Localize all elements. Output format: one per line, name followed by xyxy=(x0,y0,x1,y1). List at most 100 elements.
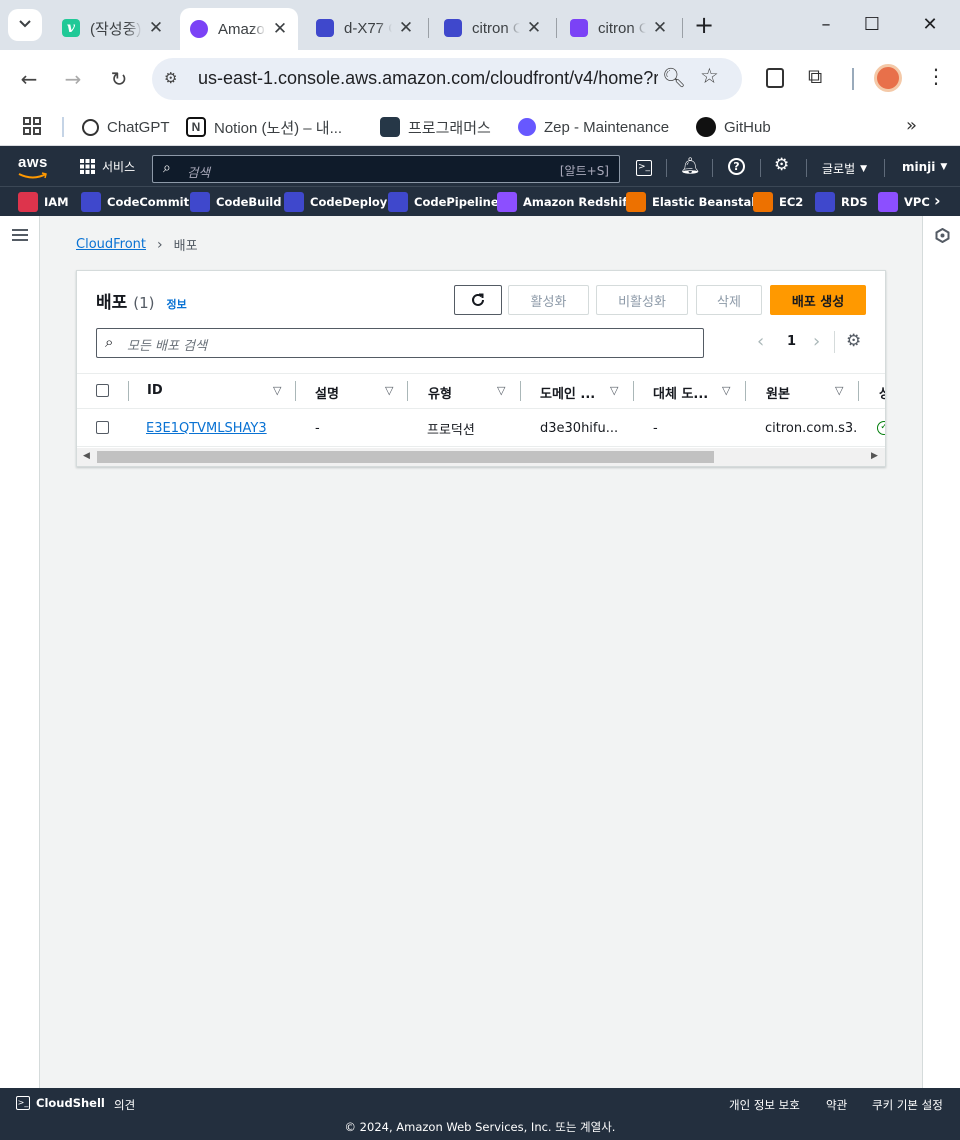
info-link[interactable]: 정보 xyxy=(167,296,187,312)
breadcrumb-cloudfront-link[interactable]: CloudFront xyxy=(76,237,146,252)
row-select-checkbox[interactable] xyxy=(96,421,109,434)
panel-header: 배포 (1) 정보 xyxy=(96,288,187,313)
column-header-origin[interactable]: 원본 xyxy=(766,383,790,402)
chatgpt-icon xyxy=(82,118,99,136)
browser-tab-1[interactable]: Amazon CloudFront ✕ xyxy=(180,8,298,50)
aws-search-input[interactable]: ⌕ 검색 [알트+S] xyxy=(152,155,620,183)
sort-caret-icon[interactable]: ▽ xyxy=(497,384,505,397)
browser-tab-0[interactable]: v (작성중) 질문 글쓰기 - Velog ✕ xyxy=(52,8,174,48)
refresh-button[interactable] xyxy=(454,285,502,315)
reload-icon[interactable]: ↻ xyxy=(104,64,134,94)
bookmark-zep[interactable]: Zep - Maintenance xyxy=(518,114,669,140)
zoom-icon[interactable]: 🔍︎ xyxy=(662,66,686,89)
favorite-redshift[interactable]: Amazon Redshift xyxy=(497,191,633,213)
velog-favicon-icon: v xyxy=(62,19,80,37)
extension-app-icon[interactable] xyxy=(766,68,784,88)
scrollbar-thumb[interactable] xyxy=(97,451,714,463)
notifications-bell-icon[interactable]: 🔔︎ xyxy=(680,156,700,175)
table-preferences-gear-icon[interactable]: ⚙ xyxy=(846,331,861,351)
column-header-status[interactable]: 상 xyxy=(879,383,885,402)
enable-button[interactable]: 활성화 xyxy=(508,285,589,315)
favorite-elastic-beanstalk[interactable]: Elastic Beanstalk xyxy=(626,191,763,213)
delete-button[interactable]: 삭제 xyxy=(696,285,762,315)
bookmark-programmers[interactable]: 프로그래머스 xyxy=(380,114,491,140)
next-page-chevron-icon[interactable]: › xyxy=(813,331,820,352)
select-all-checkbox[interactable] xyxy=(96,384,109,397)
profile-avatar[interactable] xyxy=(874,64,902,92)
sort-caret-icon[interactable]: ▽ xyxy=(385,384,393,397)
disable-button[interactable]: 비활성화 xyxy=(596,285,688,315)
settings-gear-icon[interactable]: ⚙ xyxy=(774,155,789,175)
column-separator xyxy=(745,381,746,401)
favorite-vpc[interactable]: VPC xyxy=(878,191,930,213)
feedback-link[interactable]: 의견 xyxy=(114,1097,135,1113)
aws-logo[interactable]: aws xyxy=(18,154,48,179)
cloudshell-icon[interactable]: >_ xyxy=(636,160,652,176)
close-icon[interactable]: ✕ xyxy=(526,18,542,38)
services-menu[interactable]: 서비스 xyxy=(80,158,135,175)
address-bar[interactable]: ⚙ us-east-1.console.aws.amazon.com/cloud… xyxy=(152,58,742,100)
column-header-id[interactable]: ID xyxy=(147,383,163,398)
sort-caret-icon[interactable]: ▽ xyxy=(273,384,281,397)
sort-caret-icon[interactable]: ▽ xyxy=(835,384,843,397)
close-icon[interactable]: ✕ xyxy=(652,18,668,38)
url-text[interactable]: us-east-1.console.aws.amazon.com/cloudfr… xyxy=(198,68,658,89)
more-bookmarks-chevron-icon[interactable]: » xyxy=(906,115,917,136)
column-header-type[interactable]: 유형 xyxy=(428,383,452,402)
hamburger-menu-icon[interactable] xyxy=(12,228,28,242)
close-icon[interactable]: ✕ xyxy=(272,19,288,39)
browser-tab-4[interactable]: citron CodePipeline ✕ xyxy=(560,8,678,48)
minimize-icon[interactable]: – xyxy=(804,10,848,40)
back-arrow-icon[interactable]: ← xyxy=(14,64,44,94)
close-icon[interactable]: ✕ xyxy=(398,18,414,38)
new-tab-plus-icon[interactable]: + xyxy=(684,10,724,40)
menu-kebab-icon[interactable]: ⋮ xyxy=(926,64,946,88)
window-close-icon[interactable]: ✕ xyxy=(908,10,952,40)
privacy-link[interactable]: 개인 정보 보호 xyxy=(729,1097,800,1113)
bookmark-star-icon[interactable]: ☆ xyxy=(700,64,719,88)
column-separator xyxy=(858,381,859,401)
page-number[interactable]: 1 xyxy=(787,334,796,349)
extensions-puzzle-icon[interactable]: ⧉ xyxy=(808,64,822,88)
scroll-left-icon[interactable]: ◀ xyxy=(83,451,90,461)
forward-arrow-icon[interactable]: → xyxy=(58,64,88,94)
help-icon[interactable]: ? xyxy=(728,158,745,175)
favorites-scroll-right-icon[interactable]: › xyxy=(934,191,941,210)
column-header-alt-domain[interactable]: 대체 도... xyxy=(653,383,708,402)
codepipeline-icon xyxy=(388,192,408,212)
browser-tab-2[interactable]: d-X77 CodeDeploy ✕ xyxy=(306,8,424,48)
close-icon[interactable]: ✕ xyxy=(148,18,164,38)
account-menu[interactable]: minji ▼ xyxy=(902,160,947,174)
tab-search-button[interactable] xyxy=(8,9,42,41)
terms-link[interactable]: 약관 xyxy=(826,1097,847,1113)
favorite-codebuild[interactable]: CodeBuild xyxy=(190,191,281,213)
favorite-codepipeline[interactable]: CodePipeline xyxy=(388,191,499,213)
prev-page-chevron-icon[interactable]: ‹ xyxy=(757,331,764,352)
maximize-icon[interactable]: ☐ xyxy=(850,10,894,40)
browser-tab-3[interactable]: citron CodeBuild ✕ xyxy=(434,8,552,48)
column-header-description[interactable]: 설명 xyxy=(315,383,339,402)
favorite-rds[interactable]: RDS xyxy=(815,191,868,213)
bookmark-chatgpt[interactable]: ChatGPT xyxy=(82,114,170,140)
sort-caret-icon[interactable]: ▽ xyxy=(722,384,730,397)
info-panel-icon[interactable] xyxy=(935,227,950,244)
distribution-search-input[interactable]: ⌕ 모든 배포 검색 xyxy=(96,328,704,358)
favorite-ec2[interactable]: EC2 xyxy=(753,191,803,213)
apps-grid-icon[interactable] xyxy=(22,116,42,136)
sort-caret-icon[interactable]: ▽ xyxy=(610,384,618,397)
bookmark-github[interactable]: GitHub xyxy=(696,114,771,140)
favorite-iam[interactable]: IAM xyxy=(18,191,69,213)
horizontal-scrollbar[interactable]: ◀ ▶ xyxy=(77,448,885,466)
column-header-domain[interactable]: 도메인 ... xyxy=(540,383,595,402)
favorite-codedeploy[interactable]: CodeDeploy xyxy=(284,191,387,213)
cloudshell-link[interactable]: >_ CloudShell xyxy=(16,1096,105,1110)
site-settings-icon[interactable]: ⚙ xyxy=(164,69,177,87)
create-distribution-button[interactable]: 배포 생성 xyxy=(770,285,866,315)
distribution-id-link[interactable]: E3E1QTVMLSHAY3 xyxy=(146,421,267,436)
cookie-preferences-link[interactable]: 쿠키 기본 설정 xyxy=(872,1097,943,1113)
region-selector[interactable]: 글로벌 ▼ xyxy=(822,160,867,177)
bookmark-notion[interactable]: N Notion (노션) – 내... xyxy=(186,114,342,140)
tab-title: Amazon CloudFront xyxy=(218,20,266,38)
favorite-codecommit[interactable]: CodeCommit xyxy=(81,191,189,213)
scroll-right-icon[interactable]: ▶ xyxy=(871,451,878,461)
